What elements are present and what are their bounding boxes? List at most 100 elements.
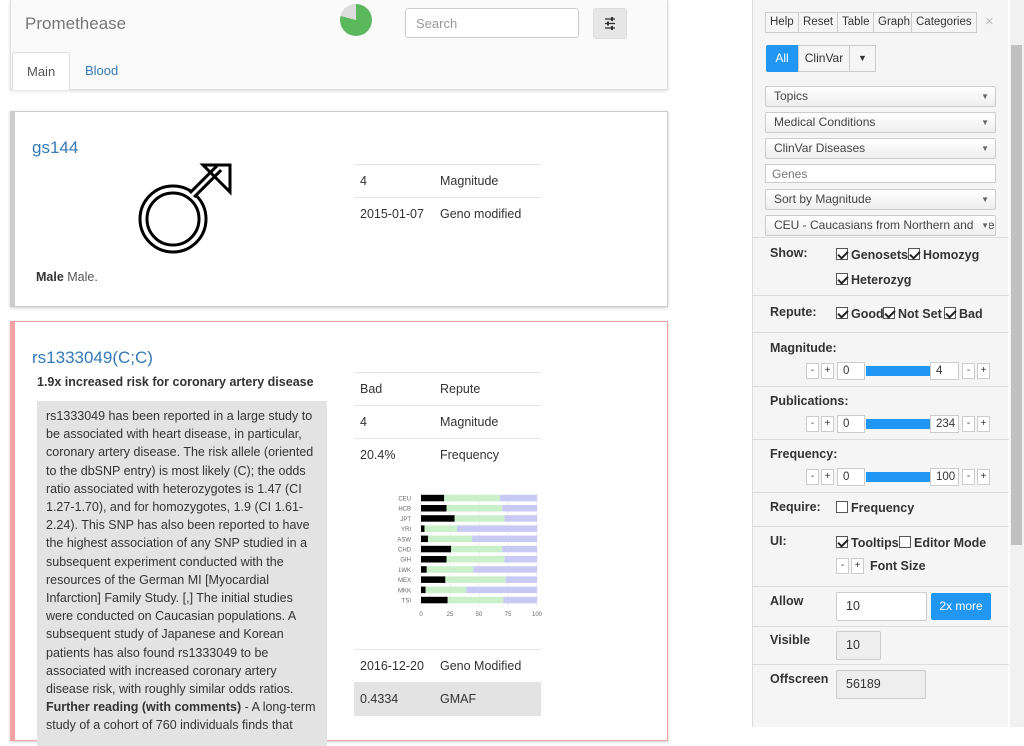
bad-checkbox[interactable]: Bad <box>944 307 983 321</box>
tab-main[interactable]: Main <box>12 52 71 90</box>
magnitude-max-value[interactable]: 4 <box>930 362 959 380</box>
chart-bar-segment-1 <box>446 556 505 563</box>
font-size-decrement-button[interactable]: - <box>836 558 849 574</box>
card2-meta-table: Bad Repute 4 Magnitude 20.4% Frequency <box>354 372 541 472</box>
magnitude-min-value[interactable]: 0 <box>837 362 865 380</box>
table-row: 4 Magnitude <box>354 164 541 198</box>
double-allow-button[interactable]: 2x more <box>931 593 991 620</box>
chart-bar-segment-0 <box>421 576 446 583</box>
card-title-link[interactable]: gs144 <box>32 138 78 158</box>
publications-min-value[interactable]: 0 <box>837 415 865 433</box>
not-set-checkbox[interactable]: Not Set <box>883 307 942 321</box>
panel-scrollbar-thumb[interactable] <box>1011 45 1022 545</box>
publications-min-increment-button[interactable]: + <box>821 416 834 432</box>
frequency-max-decrement-button[interactable]: - <box>962 469 975 485</box>
chart-bar-segment-0 <box>421 535 428 543</box>
offscreen-count: 56189 <box>836 670 926 699</box>
publications-min-decrement-button[interactable]: - <box>806 416 819 432</box>
male-symbol-icon <box>138 163 232 254</box>
homozyg-checkbox[interactable]: Homozyg <box>908 248 979 262</box>
filter-clinvar-button[interactable]: ClinVar <box>798 45 850 72</box>
table-row: 20.4% Frequency <box>354 438 541 472</box>
font-size-increment-button[interactable]: + <box>851 558 864 574</box>
graph-button[interactable]: Graph <box>873 12 915 33</box>
filter-all-button[interactable]: All <box>766 45 798 72</box>
search-input[interactable] <box>405 8 579 38</box>
tooltips-checkbox[interactable]: Tooltips <box>836 536 899 550</box>
frequency-row: Frequency: - + 0 100 - + <box>753 440 1009 493</box>
chart-bar-segment-0 <box>421 494 445 502</box>
ui-row: UI: Tooltips Editor Mode - + Font Size <box>753 527 1009 587</box>
frequency-min-increment-button[interactable]: + <box>821 469 834 485</box>
brand-title[interactable]: Promethease <box>25 14 126 34</box>
chart-bar-segment-1 <box>454 515 505 522</box>
chart-bar-segment-2 <box>473 566 537 573</box>
clinvar-diseases-select[interactable]: ClinVar Diseases ▼ <box>765 138 996 159</box>
chart-bar-segment-2 <box>504 515 537 522</box>
magnitude-slider-track[interactable] <box>866 366 930 376</box>
chart-category-label: MKK <box>398 588 411 594</box>
genoset-card: gs144 4 Magnitude 2015-01-07 Geno modified… <box>10 111 668 307</box>
repute-row: Repute: Good Not Set Bad <box>753 297 1009 333</box>
chart-category-label: ASW <box>397 537 411 543</box>
filter-dropdown-button[interactable]: ▼ <box>850 45 876 72</box>
visible-count: 10 <box>836 631 881 660</box>
chart-bar-segment-0 <box>421 525 425 532</box>
medical-conditions-select[interactable]: Medical Conditions ▼ <box>765 112 996 133</box>
editor-mode-checkbox[interactable]: Editor Mode <box>899 536 986 550</box>
magnitude-min-decrement-button[interactable]: - <box>806 363 819 379</box>
main-area: Promethease Main Blood gs144 4Magnitude <box>0 0 680 746</box>
publications-max-increment-button[interactable]: + <box>977 416 990 432</box>
require-frequency-checkbox[interactable]: Frequency <box>836 501 914 515</box>
frequency-min-decrement-button[interactable]: - <box>806 469 819 485</box>
chart-category-label: MEX <box>398 578 411 584</box>
chart-category-label: YRI <box>401 527 411 533</box>
population-frequency-chart: CEU HCB JPT YRI ASW CHD GIH LWK MEX MKK TSI 0 25 50 75… <box>397 494 543 618</box>
chart-bar-segment-2 <box>466 586 537 594</box>
allow-input[interactable]: 10 <box>836 592 927 621</box>
frequency-slider-track[interactable] <box>866 472 930 482</box>
chart-bar-segment-1 <box>444 494 500 502</box>
genosets-checkbox[interactable]: Genosets <box>836 248 908 262</box>
population-select[interactable]: CEU - Caucasians from Northern and Weste… <box>765 215 996 236</box>
chart-tick-label: 50 <box>476 612 483 618</box>
visible-row: Visible 10 <box>753 627 1009 665</box>
tab-blood[interactable]: Blood <box>71 52 132 90</box>
heterozyg-checkbox[interactable]: Heterozyg <box>836 273 911 287</box>
chart-bar-segment-2 <box>502 505 537 512</box>
chart-category-label: LWK <box>398 568 411 574</box>
frequency-max-increment-button[interactable]: + <box>977 469 990 485</box>
chart-bar-segment-0 <box>421 596 448 604</box>
chart-category-label: HCB <box>398 507 411 513</box>
reset-button[interactable]: Reset <box>798 12 839 33</box>
chevron-down-icon: ▼ <box>981 118 989 127</box>
chart-category-label: CHD <box>398 548 412 554</box>
publications-max-value[interactable]: 234 <box>930 415 959 433</box>
main-scrollbar[interactable] <box>672 0 680 727</box>
publications-slider-track[interactable] <box>866 419 930 429</box>
chart-bar-segment-0 <box>421 545 452 553</box>
top-navbar: Promethease Main Blood <box>10 0 669 90</box>
card-title-link[interactable]: rs1333049(C;C) <box>32 348 153 368</box>
table-row: 2015-01-07 Geno modified <box>354 197 541 231</box>
publications-row: Publications: - + 0 234 - + <box>753 387 1009 440</box>
frequency-max-value[interactable]: 100 <box>930 468 959 486</box>
magnitude-min-increment-button[interactable]: + <box>821 363 834 379</box>
chart-bar-segment-0 <box>421 586 426 594</box>
filter-settings-button[interactable] <box>593 8 627 39</box>
chart-tick-label: 0 <box>419 612 423 618</box>
chart-bar-segment-2 <box>504 556 537 563</box>
magnitude-max-increment-button[interactable]: + <box>977 363 990 379</box>
close-icon[interactable]: × <box>985 13 994 30</box>
categories-button[interactable]: Categories <box>911 12 977 33</box>
publications-max-decrement-button[interactable]: - <box>962 416 975 432</box>
good-checkbox[interactable]: Good <box>836 307 884 321</box>
sort-select[interactable]: Sort by Magnitude ▼ <box>765 189 996 210</box>
table-button[interactable]: Table <box>837 12 875 33</box>
genes-input[interactable] <box>765 164 996 183</box>
card-summary: 1.9x increased risk for coronary artery … <box>37 375 314 389</box>
topics-select[interactable]: Topics ▼ <box>765 86 996 107</box>
magnitude-max-decrement-button[interactable]: - <box>962 363 975 379</box>
frequency-min-value[interactable]: 0 <box>837 468 865 486</box>
help-button[interactable]: Help <box>765 12 799 33</box>
